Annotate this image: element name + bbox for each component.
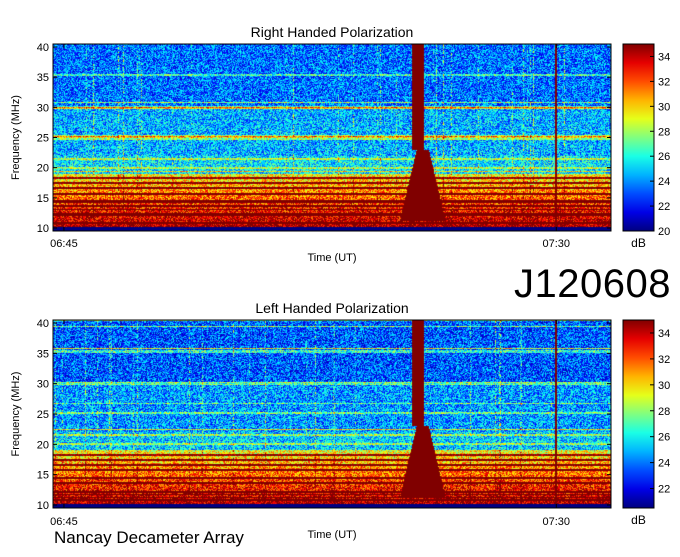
spectrogram-figure: Right Handed Polarization 10 15 20 25 30 35 40 F… (0, 0, 680, 552)
y-tick-label: 30 (37, 379, 49, 391)
colorbar-tick-label: 30 (658, 380, 670, 392)
y-tick-label: 25 (37, 409, 49, 421)
colorbar-tick-label: 24 (658, 458, 670, 470)
panel-title: Right Handed Polarization (251, 24, 414, 40)
y-tick-label: 30 (37, 102, 49, 114)
y-tick-label: 40 (37, 42, 49, 54)
colorbar (622, 319, 655, 509)
y-tick-label: 40 (37, 318, 49, 330)
y-tick-label: 15 (37, 470, 49, 482)
colorbar-tick-label: 26 (658, 432, 670, 444)
y-axis-label: Frequency (MHz) (10, 95, 22, 180)
colorbar-tick-label: 32 (658, 76, 670, 88)
y-tick-label: 20 (37, 439, 49, 451)
colorbar-tick-label: 30 (658, 101, 670, 113)
colorbar-tick-label: 32 (658, 354, 670, 366)
y-tick-label: 25 (37, 133, 49, 145)
spectrogram-heatmap-0 (53, 44, 611, 231)
colorbar-tick-label: 34 (658, 328, 670, 340)
x-axis-label: Time (UT) (307, 529, 356, 541)
spectrogram-heatmap-1 (53, 320, 611, 508)
y-tick-label: 10 (37, 223, 49, 235)
colorbar-tick-label: 22 (658, 201, 670, 213)
colorbar-label: dB (631, 513, 646, 527)
colorbar-tick-label: 28 (658, 126, 670, 138)
observation-id: J120608 (514, 262, 671, 306)
y-tick-label: 20 (37, 163, 49, 175)
colorbar-tick-label: 20 (658, 226, 670, 238)
y-tick-label: 35 (37, 72, 49, 84)
colorbar-tick-label: 34 (658, 51, 670, 63)
x-tick-label: 07:30 (543, 238, 571, 250)
colorbar-tick-label: 26 (658, 151, 670, 163)
x-tick-label: 06:45 (50, 238, 78, 250)
colorbar-label: dB (631, 236, 646, 250)
y-tick-label: 15 (37, 193, 49, 205)
colorbar-tick-label: 22 (658, 484, 670, 496)
panel-title: Left Handed Polarization (255, 300, 408, 316)
x-tick-label: 06:45 (50, 516, 78, 528)
y-tick-label: 10 (37, 500, 49, 512)
y-axis-label: Frequency (MHz) (10, 372, 22, 457)
footer-label: Nancay Decameter Array (54, 528, 244, 547)
x-tick-label: 07:30 (543, 516, 571, 528)
colorbar-tick-label: 28 (658, 406, 670, 418)
colorbar-tick-label: 24 (658, 176, 670, 188)
colorbar (622, 43, 655, 232)
y-tick-label: 35 (37, 348, 49, 360)
x-axis-label: Time (UT) (307, 252, 356, 264)
